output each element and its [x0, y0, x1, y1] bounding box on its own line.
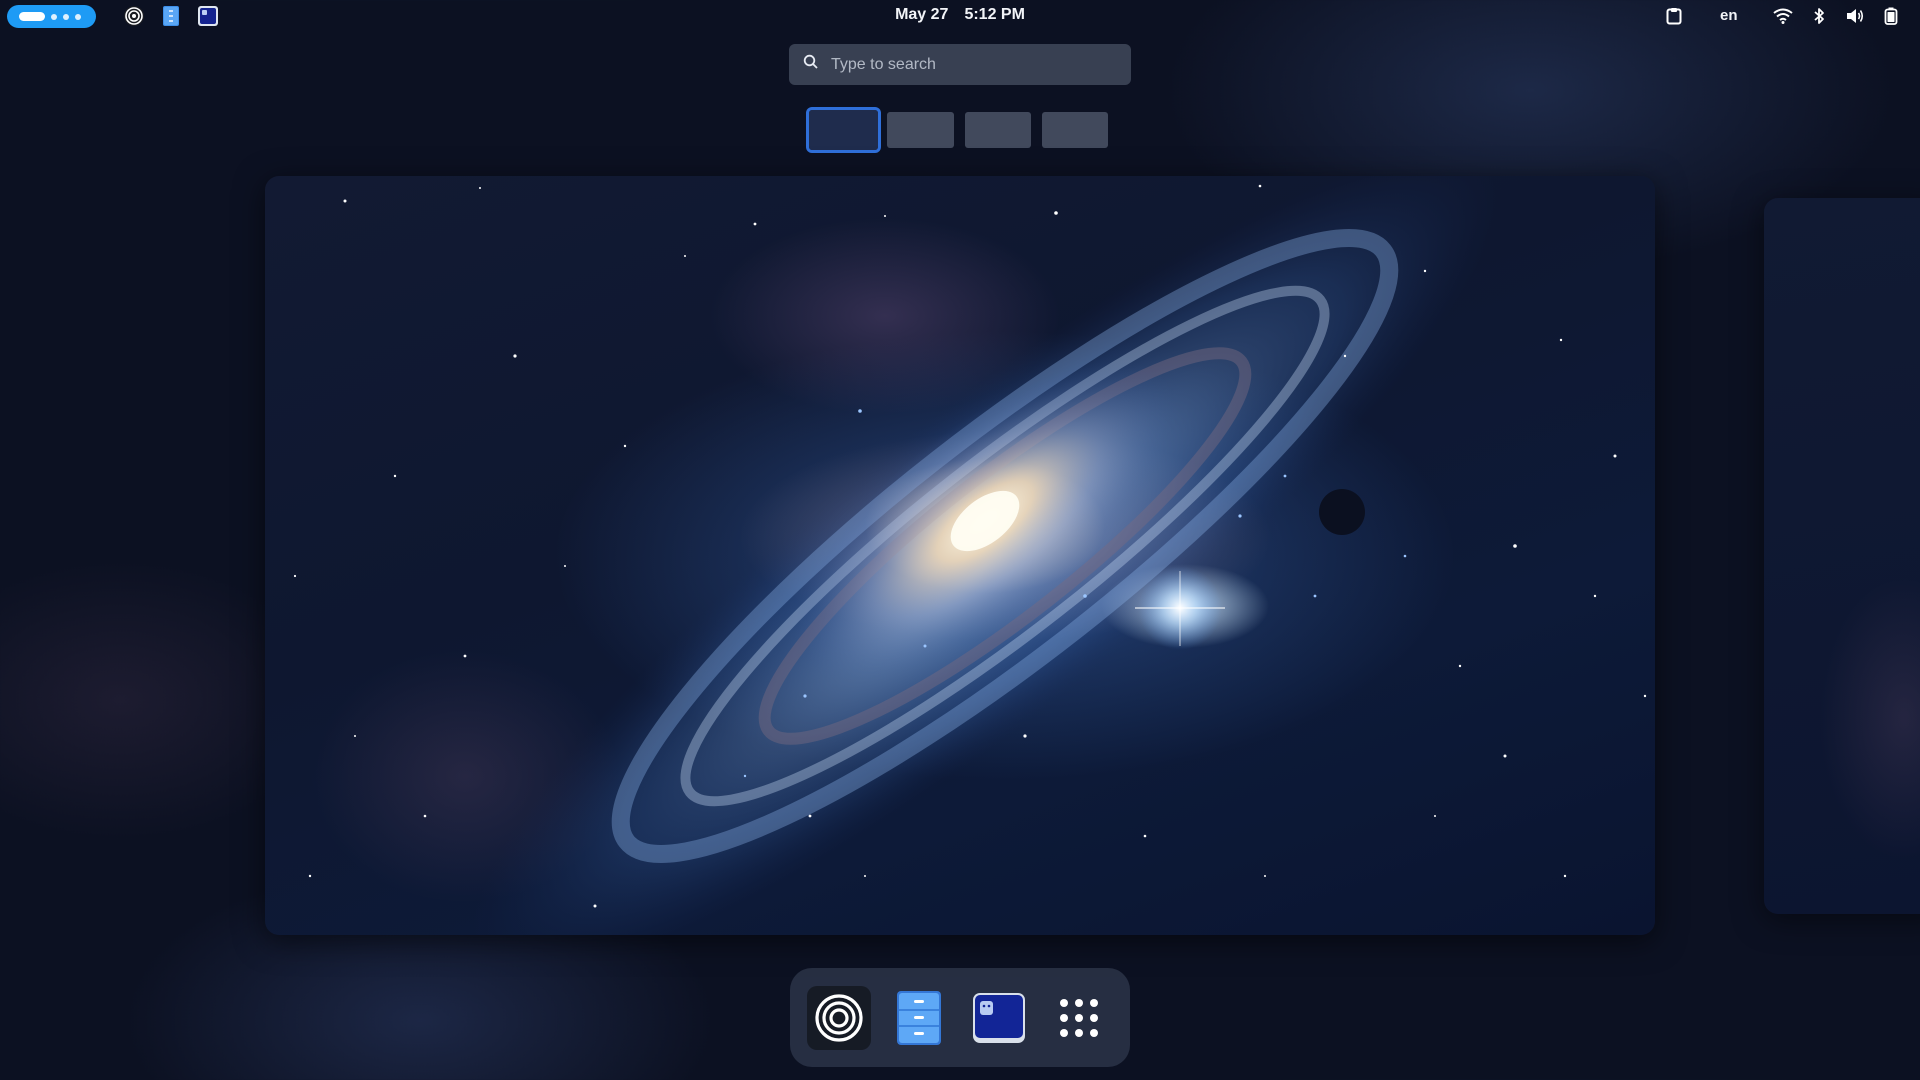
wifi-icon[interactable]	[1773, 6, 1793, 26]
topbar-files-app-icon[interactable]	[160, 5, 182, 27]
app-grid-icon	[1058, 997, 1100, 1039]
current-workspace-preview[interactable]	[265, 176, 1655, 935]
date-label: May 27	[895, 6, 949, 23]
clock-button[interactable]: May 27 5:12 PM	[880, 6, 1040, 26]
radar-app-icon	[813, 992, 865, 1044]
workspace-thumbnail-1[interactable]	[809, 110, 878, 150]
workspace-thumbnail-3[interactable]	[965, 112, 1031, 148]
search-bar[interactable]	[789, 44, 1131, 85]
activities-button[interactable]	[7, 5, 96, 28]
topbar-terminal-app-icon[interactable]	[197, 5, 219, 27]
dash-radar-app[interactable]	[807, 985, 871, 1050]
terminal-app-icon	[972, 992, 1026, 1044]
workspace-dot	[75, 13, 81, 20]
show-apps-button[interactable]	[1047, 986, 1111, 1050]
topbar-radar-app-icon[interactable]	[123, 5, 145, 27]
time-label: 5:12 PM	[964, 6, 1025, 23]
workspace-thumbnail-4[interactable]	[1042, 112, 1108, 148]
search-icon	[803, 54, 819, 75]
language-indicator[interactable]: en	[1720, 7, 1738, 24]
galaxy-wallpaper	[293, 176, 1647, 935]
dash-terminal-app[interactable]	[967, 986, 1031, 1050]
workspace-dot	[63, 13, 69, 20]
activities-pill-indicator	[19, 12, 45, 21]
top-bar: May 27 5:12 PM en	[0, 0, 1920, 32]
next-workspace-preview[interactable]	[1764, 198, 1920, 914]
dash-files-app[interactable]	[887, 986, 951, 1050]
battery-icon[interactable]	[1884, 6, 1898, 26]
volume-icon[interactable]	[1845, 6, 1865, 26]
files-app-icon	[895, 989, 943, 1047]
search-input[interactable]	[831, 55, 1111, 74]
dash	[790, 968, 1130, 1067]
bluetooth-icon[interactable]	[1812, 6, 1826, 26]
workspace-thumbnail-2[interactable]	[887, 112, 954, 148]
clipboard-icon[interactable]	[1666, 6, 1682, 26]
workspace-dot	[51, 13, 57, 20]
